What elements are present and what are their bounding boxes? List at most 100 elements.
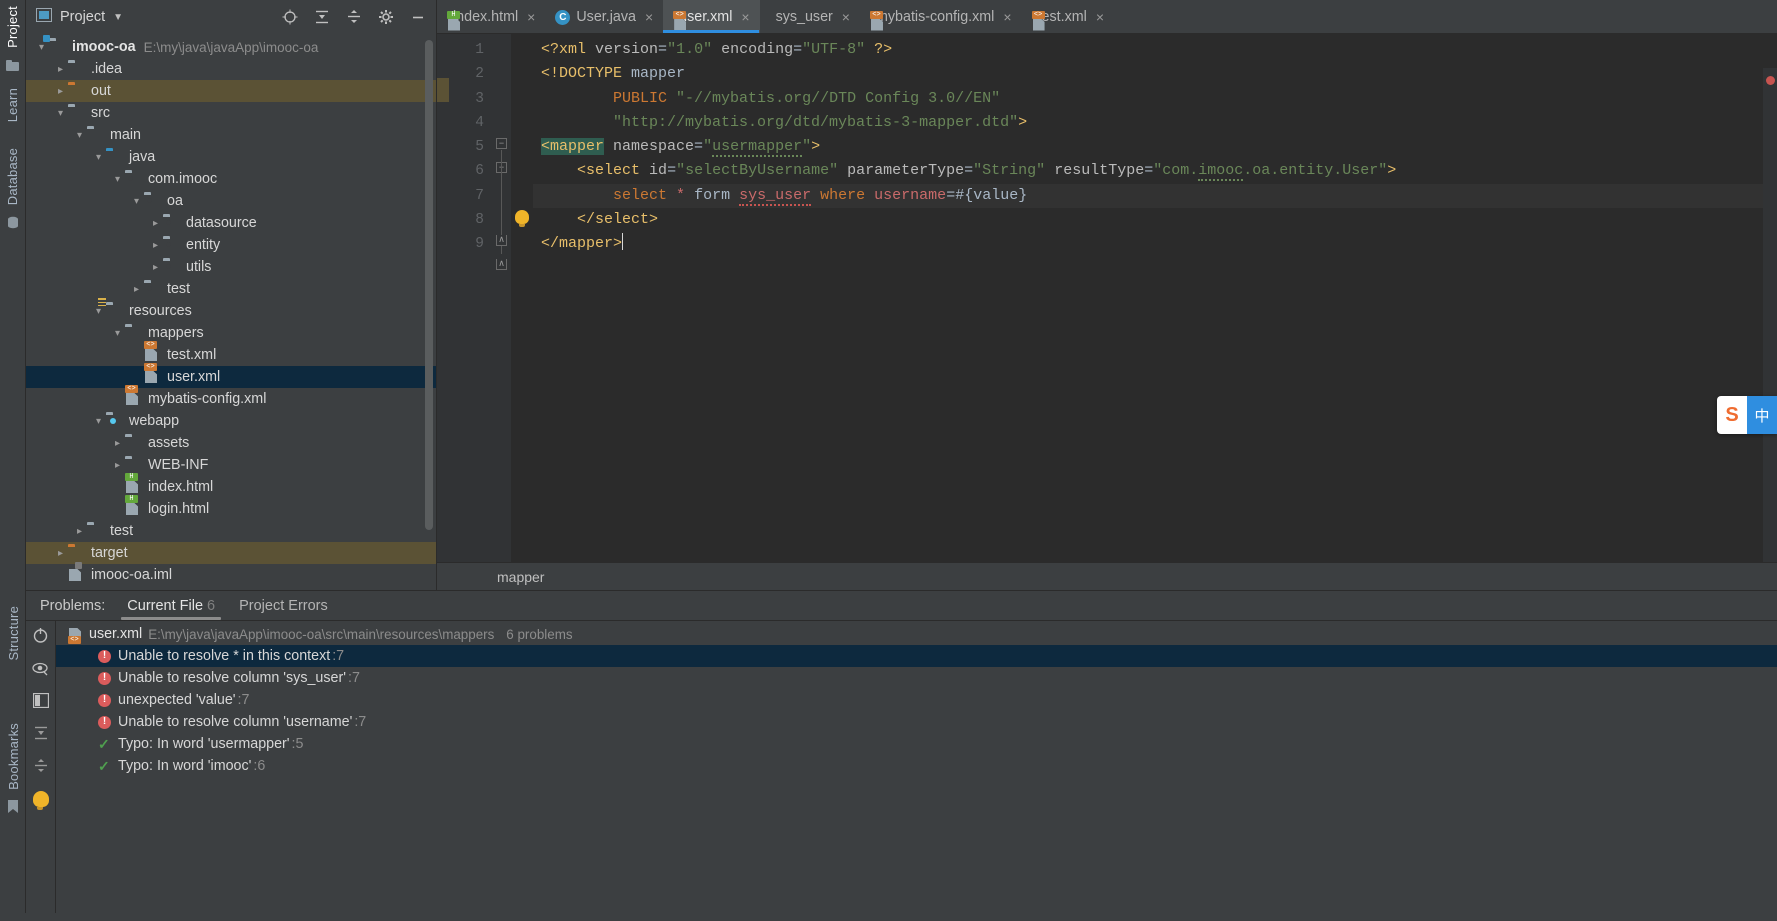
eye-icon[interactable]	[32, 661, 49, 681]
tree-node-index-html[interactable]: Hindex.html	[26, 473, 436, 498]
problem-row[interactable]: ✓ Typo: In word 'usermapper':5	[56, 733, 1777, 755]
tree-toggle-arrow[interactable]: ▾	[91, 414, 106, 429]
tree-toggle-arrow[interactable]: ▸	[110, 458, 125, 473]
code-folding-gutter[interactable]: − − ∧ ∧	[493, 34, 511, 590]
tree-node-datasource[interactable]: ▸ datasource	[26, 212, 436, 234]
tree-node-web-inf[interactable]: ▸ WEB-INF	[26, 454, 436, 476]
code-line-9[interactable]: </mapper>	[533, 232, 1777, 256]
code-line-4[interactable]: "http://mybatis.org/dtd/mybatis-3-mapper…	[533, 111, 1777, 135]
editor-tab-close-icon[interactable]: ×	[645, 10, 653, 24]
code-line-8[interactable]: </select>	[533, 208, 1777, 232]
code-line-7[interactable]: select * form sys_user where username=#{…	[533, 183, 1777, 209]
tree-toggle-arrow[interactable]: ▸	[148, 216, 163, 231]
tree-toggle-arrow[interactable]: ▸	[53, 84, 68, 99]
editor-tab-close-icon[interactable]: ×	[1003, 10, 1011, 24]
code-line-1[interactable]: <?xml version="1.0" encoding="UTF-8" ?>	[533, 38, 1777, 62]
fold-marker-select-end[interactable]: ∧	[496, 235, 507, 246]
tree-node-assets[interactable]: ▸ assets	[26, 432, 436, 454]
problems-file-row[interactable]: <> user.xml E:\my\java\javaApp\imooc-oa\…	[56, 623, 1777, 645]
tree-toggle-arrow[interactable]: ▸	[148, 260, 163, 275]
problem-row[interactable]: ! Unable to resolve * in this context:7	[56, 645, 1777, 667]
tree-node-mybatis-config-xml[interactable]: <> mybatis-config.xml	[26, 385, 436, 410]
tree-node-oa[interactable]: ▾ oa	[26, 190, 436, 212]
problem-row[interactable]: ✓ Typo: In word 'imooc':6	[56, 755, 1777, 777]
chevron-down-icon[interactable]: ▼	[113, 12, 123, 23]
problems-list[interactable]: <> user.xml E:\my\java\javaApp\imooc-oa\…	[56, 621, 1777, 921]
tool-window-project[interactable]: Project	[5, 0, 20, 54]
tree-node-imooc-oa[interactable]: ▾ imooc-oa E:\my\java\javaApp\imooc-oa	[26, 35, 436, 58]
tree-toggle-arrow[interactable]: ▾	[110, 326, 125, 341]
lightbulb-icon[interactable]	[32, 791, 49, 810]
locate-file-icon[interactable]	[278, 5, 302, 29]
tree-node-out[interactable]: ▸ out	[26, 80, 436, 102]
sogou-language-mode[interactable]: 中	[1747, 396, 1777, 434]
tree-toggle-arrow[interactable]: ▸	[53, 546, 68, 561]
fold-marker-mapper-end[interactable]: ∧	[496, 259, 507, 270]
tree-node-resources[interactable]: ▾ resources	[26, 298, 436, 322]
tool-window-structure[interactable]: Structure	[6, 600, 21, 667]
code-line-5[interactable]: <mapper namespace="usermapper">	[533, 135, 1777, 159]
tree-node-webapp[interactable]: ▾ webapp	[26, 410, 436, 432]
editor-tab-test-xml[interactable]: <> test.xml ×	[1022, 0, 1114, 33]
code-line-2[interactable]: <!DOCTYPE mapper	[533, 62, 1777, 86]
tree-toggle-arrow[interactable]: ▸	[148, 238, 163, 253]
editor-tab-index-html[interactable]: Hindex.html ×	[437, 0, 545, 33]
hide-panel-icon[interactable]	[406, 5, 430, 29]
code-editor[interactable]: 1 2 3 4 5 6 7 8 9 − − ∧ ∧ <?xml version="1.0" en…	[437, 34, 1777, 624]
tab-current-file[interactable]: Current File 6	[115, 598, 227, 620]
problem-row[interactable]: ! Unable to resolve column 'sys_user':7	[56, 667, 1777, 689]
code-line-3[interactable]: PUBLIC "-//mybatis.org//DTD Config 3.0//…	[533, 87, 1777, 111]
expand-all-icon[interactable]	[33, 725, 49, 746]
editor-tab-close-icon[interactable]: ×	[527, 10, 535, 24]
tree-node-java[interactable]: ▾ java	[26, 146, 436, 168]
editor-tab-sys-user[interactable]: sys_user ×	[760, 0, 860, 33]
breadcrumb-item-mapper[interactable]: mapper	[497, 569, 544, 585]
tree-node-imooc-oa-iml[interactable]: imooc-oa.iml	[26, 562, 436, 586]
tree-toggle-arrow[interactable]: ▸	[129, 282, 144, 297]
problem-row[interactable]: ! Unable to resolve column 'username':7	[56, 711, 1777, 733]
tool-window-bookmarks[interactable]: Bookmarks	[6, 717, 21, 796]
editor-tab-close-icon[interactable]: ×	[842, 10, 850, 24]
tree-node-entity[interactable]: ▸ entity	[26, 234, 436, 256]
code-content[interactable]: <?xml version="1.0" encoding="UTF-8" ?> <…	[533, 34, 1777, 590]
lightbulb-icon[interactable]	[515, 210, 529, 227]
tree-node-login-html[interactable]: Hlogin.html	[26, 495, 436, 520]
problem-row[interactable]: ! unexpected 'value':7	[56, 689, 1777, 711]
tree-node-user-xml[interactable]: <> user.xml	[26, 363, 436, 388]
editor-tab-user-xml[interactable]: <> user.xml ×	[663, 0, 760, 33]
error-stripe-gutter[interactable]	[1763, 68, 1777, 624]
fold-marker-mapper[interactable]: −	[496, 138, 507, 149]
tree-toggle-arrow[interactable]: ▾	[91, 150, 106, 165]
editor-tab-mybatis-config-xml[interactable]: <> mybatis-config.xml ×	[860, 0, 1022, 33]
tree-toggle-arrow[interactable]: ▸	[110, 436, 125, 451]
tree-toggle-arrow[interactable]: ▸	[53, 62, 68, 77]
code-line-6[interactable]: <select id="selectByUsername" parameterT…	[533, 159, 1777, 183]
tree-node-utils[interactable]: ▸ utils	[26, 256, 436, 278]
tree-node-target[interactable]: ▸ target	[26, 542, 436, 564]
editor-tab-close-icon[interactable]: ×	[741, 10, 749, 24]
tree-toggle-arrow[interactable]: ▸	[72, 524, 87, 539]
collapse-all-icon[interactable]	[342, 5, 366, 29]
rerun-inspections-icon[interactable]	[32, 627, 49, 649]
tree-node-com-imooc[interactable]: ▾ com.imooc	[26, 168, 436, 190]
tree-node-src[interactable]: ▾ src	[26, 102, 436, 124]
tree-toggle-arrow[interactable]: ▾	[72, 128, 87, 143]
expand-all-icon[interactable]	[310, 5, 334, 29]
breadcrumb[interactable]: mapper	[437, 562, 1777, 590]
tree-toggle-arrow[interactable]: ▾	[53, 106, 68, 121]
intention-bulb-gutter[interactable]	[511, 34, 533, 590]
tree-node--idea[interactable]: ▸ .idea	[26, 58, 436, 80]
tree-node-test[interactable]: ▸ test	[26, 520, 436, 542]
tree-node-test-xml[interactable]: <> test.xml	[26, 341, 436, 366]
tool-window-database[interactable]: Database	[5, 142, 20, 211]
preview-panel-icon[interactable]	[32, 692, 49, 713]
project-tree-scrollbar[interactable]	[425, 40, 433, 530]
sogou-ime-indicator[interactable]: S 中	[1717, 396, 1777, 434]
tree-node-mappers[interactable]: ▾ mappers	[26, 322, 436, 344]
tree-toggle-arrow[interactable]: ▾	[129, 194, 144, 209]
gear-icon[interactable]	[374, 5, 398, 29]
collapse-all-icon[interactable]	[33, 758, 49, 779]
project-tree[interactable]: ▾ imooc-oa E:\my\java\javaApp\imooc-oa ▸ .id…	[26, 34, 436, 590]
error-stripe-marker[interactable]	[1766, 76, 1775, 85]
tool-window-learn[interactable]: Learn	[5, 82, 20, 128]
